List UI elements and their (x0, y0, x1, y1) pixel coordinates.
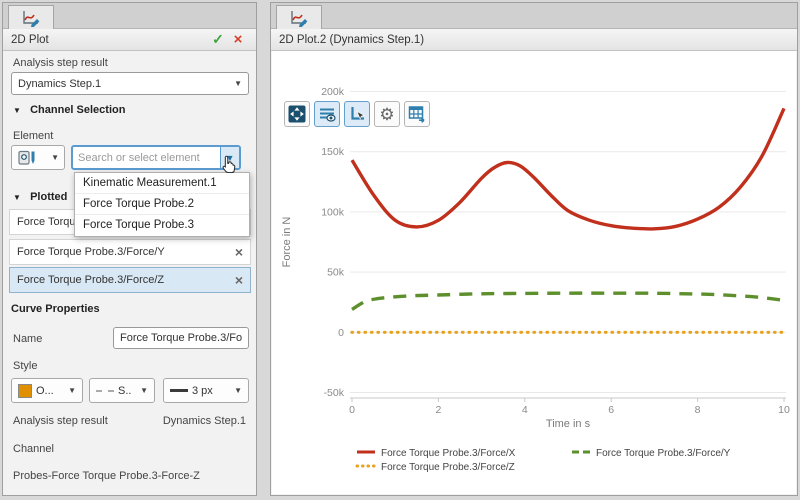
plot-definition-panel: 2D Plot ✓ × Analysis step result Dynamic… (2, 2, 257, 496)
style-label: Style (13, 360, 37, 372)
analysis-step-select[interactable]: Dynamics Step.1 ▼ (11, 72, 249, 95)
name-label: Name (13, 333, 42, 345)
dropdown-item[interactable]: Kinematic Measurement.1 (75, 173, 249, 194)
channel-selection-header[interactable]: ▼ Channel Selection (13, 104, 125, 116)
plotted-channel-row[interactable]: Force Torque Probe.3/Force/Y × (9, 239, 251, 265)
right-tabstrip (271, 3, 797, 29)
legend-item: Force Torque Probe.3/Force/X (357, 448, 516, 459)
curve-width-select[interactable]: 3 px ▼ (163, 378, 249, 403)
collapse-triangle-icon: ▼ (13, 193, 21, 202)
2d-plot-icon (289, 9, 309, 27)
plotted-header[interactable]: ▼ Plotted (13, 191, 67, 203)
plotted-channel-row-selected[interactable]: Force Torque Probe.3/Force/Z × (9, 267, 251, 293)
analysis-step-value: Dynamics Step.1 (18, 78, 230, 90)
plotted-channel-label: Force Torque Probe.3/Force/Y (17, 246, 229, 258)
analysis-step-result-label: Analysis step result (13, 415, 108, 427)
linewidth-sample (170, 389, 188, 392)
element-search-field: ▼ (71, 145, 241, 170)
remove-channel-icon[interactable]: × (229, 272, 243, 288)
curve-name-value: Force Torque Probe.3/Fo (120, 332, 242, 344)
legend-label: Force Torque Probe.3/Force/Y (596, 448, 731, 459)
left-tab-2d-plot[interactable] (8, 5, 54, 29)
right-titlebar: 2D Plot.2 (Dynamics Step.1) (271, 29, 797, 51)
curve-properties-header: Curve Properties (11, 303, 100, 315)
remove-channel-icon[interactable]: × (229, 244, 243, 260)
x-tick-label: 6 (608, 404, 614, 416)
confirm-button[interactable]: ✓ (208, 31, 228, 48)
y-tick-label: 50k (327, 267, 345, 279)
linewidth-label: 3 px (192, 385, 226, 397)
y-axis-title: Force in N (281, 217, 293, 268)
plotted-label: Plotted (30, 191, 67, 203)
curve-linestyle-select[interactable]: S... ▼ (89, 378, 155, 403)
channel-selection-label: Channel Selection (30, 104, 125, 116)
linestyle-sample (96, 390, 114, 392)
chevron-down-icon: ▼ (140, 386, 148, 395)
dropdown-item[interactable]: Force Torque Probe.3 (75, 215, 249, 236)
plotted-channel-label: Force Torque Probe.3/Force/Z (17, 274, 229, 286)
chart-canvas: 200k 150k 100k 50k 0 -50k 0 2 4 6 8 10 Force in N Tim… (272, 85, 800, 491)
dropdown-item[interactable]: Force Torque Probe.2 (75, 194, 249, 215)
x-tick-label: 4 (522, 404, 528, 416)
chevron-down-icon: ▼ (51, 153, 59, 162)
curve-name-field[interactable]: Force Torque Probe.3/Fo (113, 327, 249, 349)
x-tick-label: 2 (435, 404, 441, 416)
left-panel-title: 2D Plot (11, 34, 208, 46)
chevron-down-icon: ▼ (68, 386, 76, 395)
series-curve (352, 108, 784, 229)
left-tabstrip (3, 3, 256, 29)
curve-color-select[interactable]: O... ▼ (11, 378, 83, 403)
y-tick-label: 150k (321, 146, 345, 158)
color-swatch (18, 384, 32, 398)
chevron-down-icon: ▼ (234, 79, 242, 88)
legend-item: Force Torque Probe.3/Force/Z (357, 462, 515, 473)
cursor-icon (219, 154, 239, 176)
y-tick-label: 0 (338, 327, 344, 339)
right-tab-2d-plot[interactable] (276, 5, 322, 29)
chevron-down-icon: ▼ (234, 386, 242, 395)
analysis-step-label: Analysis step result (13, 57, 108, 69)
collapse-triangle-icon: ▼ (13, 106, 21, 115)
y-tick-label: -50k (324, 387, 345, 399)
channel-label: Channel (13, 443, 54, 455)
plot-view-panel: 2D Plot.2 (Dynamics Step.1) (270, 2, 798, 496)
color-label: O... (36, 385, 60, 397)
chart-background: ⚙ 200k150k100k50k0-50k0246810Force in NT… (272, 51, 796, 494)
x-axis-title: Time in s (546, 418, 591, 430)
channel-value: Probes-Force Torque Probe.3-Force-Z (13, 470, 200, 482)
cancel-button[interactable]: × (228, 31, 248, 48)
plot-view-title: 2D Plot.2 (Dynamics Step.1) (279, 34, 789, 46)
x-tick-label: 10 (778, 404, 790, 416)
y-tick-label: 200k (321, 86, 345, 98)
legend-label: Force Torque Probe.3/Force/X (381, 448, 516, 459)
element-search-input[interactable] (73, 147, 220, 168)
y-tick-label: 100k (321, 206, 345, 218)
element-label: Element (13, 130, 53, 142)
linestyle-label: S... (118, 385, 132, 397)
element-filter-button[interactable]: ▼ (11, 145, 65, 170)
legend-item: Force Torque Probe.3/Force/Y (572, 448, 731, 459)
probe-icon (17, 149, 37, 167)
element-dropdown-list: Kinematic Measurement.1 Force Torque Pro… (74, 172, 250, 237)
x-tick-label: 8 (695, 404, 701, 416)
2d-plot-icon (21, 9, 41, 27)
legend-label: Force Torque Probe.3/Force/Z (381, 462, 515, 473)
series-curve (352, 293, 784, 309)
x-tick-label: 0 (349, 404, 355, 416)
analysis-step-result-value: Dynamics Step.1 (163, 415, 246, 427)
left-titlebar: 2D Plot ✓ × (3, 29, 256, 51)
